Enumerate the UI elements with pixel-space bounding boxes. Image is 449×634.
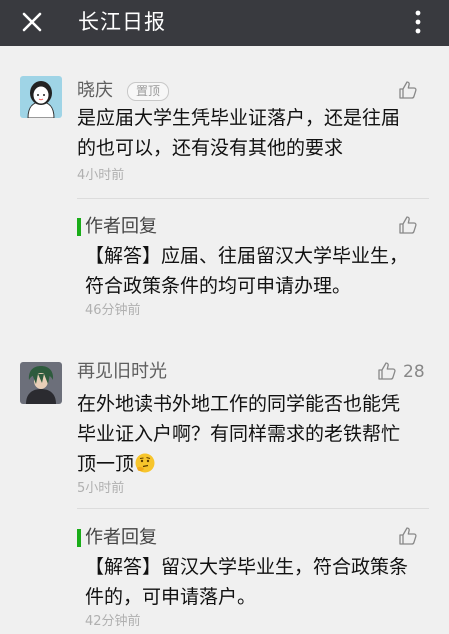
comment-author[interactable]: 晓庆 [77,79,113,103]
close-icon[interactable] [18,8,46,36]
reply-indicator [77,529,81,547]
comment-text: 是应届大学生凭毕业证落户，还是往届 的也可以，还有没有其他的要求 [77,103,417,163]
reply-text-line: 符合政策条件的均可申请办理。 [85,275,352,297]
comment-text-line: 顶一顶 [77,449,417,479]
author-reply-label: 作者回复 [85,216,157,237]
user-avatar-icon [20,362,62,404]
reply-text-line: 件的，可申请落户。 [85,586,257,608]
comment-text-line: 毕业证入户啊？有同样需求的老铁帮忙 [77,423,401,445]
comment-text-segment: 顶一顶 [77,453,135,475]
reply-time: 46分钟前 [85,303,141,318]
thumbs-up-icon[interactable] [398,215,418,235]
reply-text: 【解答】留汉大学毕业生，符合政策条 件的，可申请落户。 [85,552,425,612]
more-vertical-icon[interactable] [413,8,423,36]
comment-text-line: 在外地读书外地工作的同学能否也能凭 [77,393,401,415]
comment-text: 在外地读书外地工作的同学能否也能凭 毕业证入户啊？有同样需求的老铁帮忙 顶一顶 [77,389,417,479]
top-bar: 长江日报 [0,0,449,46]
user-avatar-icon [20,76,62,118]
comment-author[interactable]: 再见旧时光 [77,360,167,384]
thinking-emoji-icon [135,453,155,473]
comment-text-line: 是应届大学生凭毕业证落户，还是往届 [77,107,401,129]
reply-indicator [77,218,81,236]
page-title: 长江日报 [78,10,166,34]
thumbs-up-icon[interactable] [398,80,418,100]
comment-text-line: 的也可以，还有没有其他的要求 [77,137,344,159]
avatar[interactable] [20,362,62,404]
comment-time: 5小时前 [77,481,125,496]
thumbs-up-icon[interactable] [377,361,397,381]
divider [77,508,429,509]
avatar[interactable] [20,76,62,118]
reply-time: 42分钟前 [85,614,141,629]
reply-text: 【解答】应届、往届留汉大学毕业生， 符合政策条件的均可申请办理。 [85,241,425,301]
reply-text-line: 【解答】应届、往届留汉大学毕业生， [85,245,409,267]
comment-list: 晓庆 置顶 是应届大学生凭毕业证落户，还是往届 的也可以，还有没有其他的要求 4… [0,46,449,634]
divider [77,198,429,199]
author-reply-label: 作者回复 [85,527,157,548]
like-count: 28 [403,362,425,382]
thumbs-up-icon[interactable] [398,526,418,546]
reply-text-line: 【解答】留汉大学毕业生，符合政策条 [85,556,409,578]
comment-time: 4小时前 [77,168,125,183]
pinned-badge: 置顶 [127,82,170,101]
